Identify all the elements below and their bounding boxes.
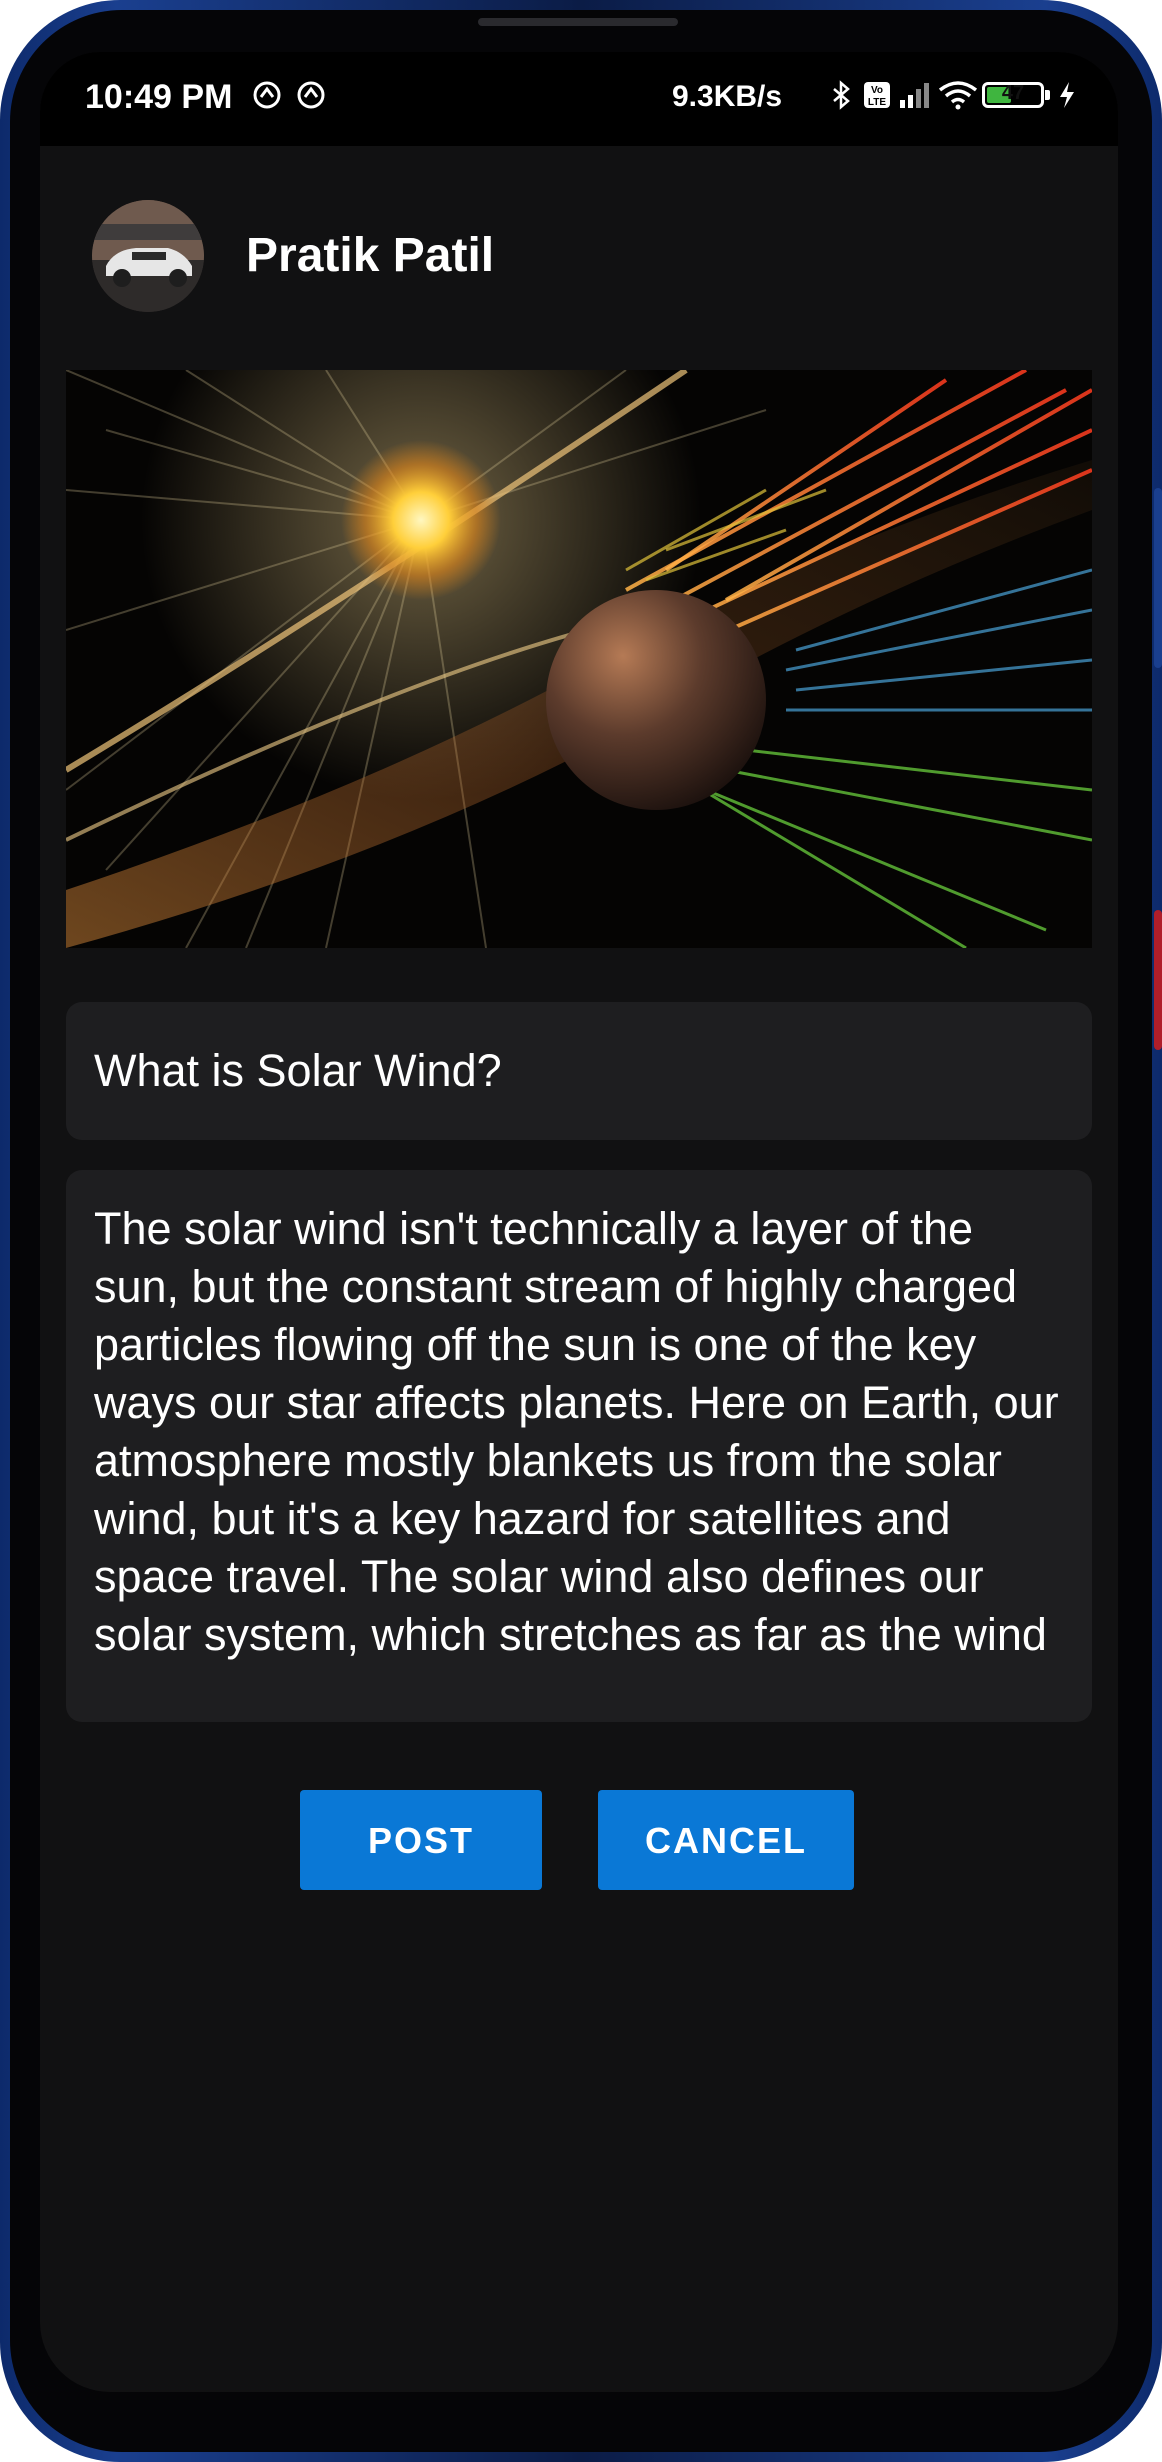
bluetooth-icon: [833, 80, 850, 110]
status-time: 10:49 PM: [85, 78, 233, 116]
svg-text:LTE: LTE: [868, 97, 886, 108]
title-field[interactable]: [66, 1002, 1092, 1140]
post-image[interactable]: [66, 370, 1092, 948]
wifi-icon: [938, 81, 978, 110]
body-text: The solar wind isn't technically a layer…: [94, 1203, 1059, 1660]
title-input[interactable]: [66, 1002, 1092, 1140]
battery-icon: 47: [982, 82, 1044, 108]
earpiece: [478, 18, 678, 26]
signal-icon: [900, 83, 929, 108]
body-textarea[interactable]: The solar wind isn't technically a layer…: [66, 1170, 1092, 1664]
author-name: Pratik Patil: [246, 229, 495, 282]
body-field[interactable]: The solar wind isn't technically a layer…: [66, 1170, 1092, 1722]
power-button: [1154, 910, 1162, 1050]
phone-frame: 10:49 PM 9.3KB/s Vo LTE 47 Pratik Patil …: [0, 0, 1162, 2462]
sync-icon: [253, 81, 281, 109]
volte-icon: Vo LTE: [864, 82, 890, 108]
post-button[interactable]: POST: [300, 1790, 542, 1890]
cancel-button[interactable]: CANCEL: [598, 1790, 854, 1890]
charging-icon: [1060, 82, 1074, 108]
solar-wind-illustration: [66, 370, 1092, 948]
sync-icon: [297, 81, 325, 109]
status-bar: 10:49 PM 9.3KB/s Vo LTE 47: [40, 52, 1118, 146]
network-speed: 9.3KB/s: [672, 80, 783, 113]
screen: 10:49 PM 9.3KB/s Vo LTE 47 Pratik Patil …: [40, 52, 1118, 2392]
avatar: [92, 200, 204, 312]
car-avatar: [92, 200, 204, 312]
battery-level: 47: [1001, 82, 1025, 104]
svg-text:Vo: Vo: [871, 85, 883, 96]
battery-nub: [1045, 90, 1050, 100]
volume-button: [1154, 488, 1162, 668]
